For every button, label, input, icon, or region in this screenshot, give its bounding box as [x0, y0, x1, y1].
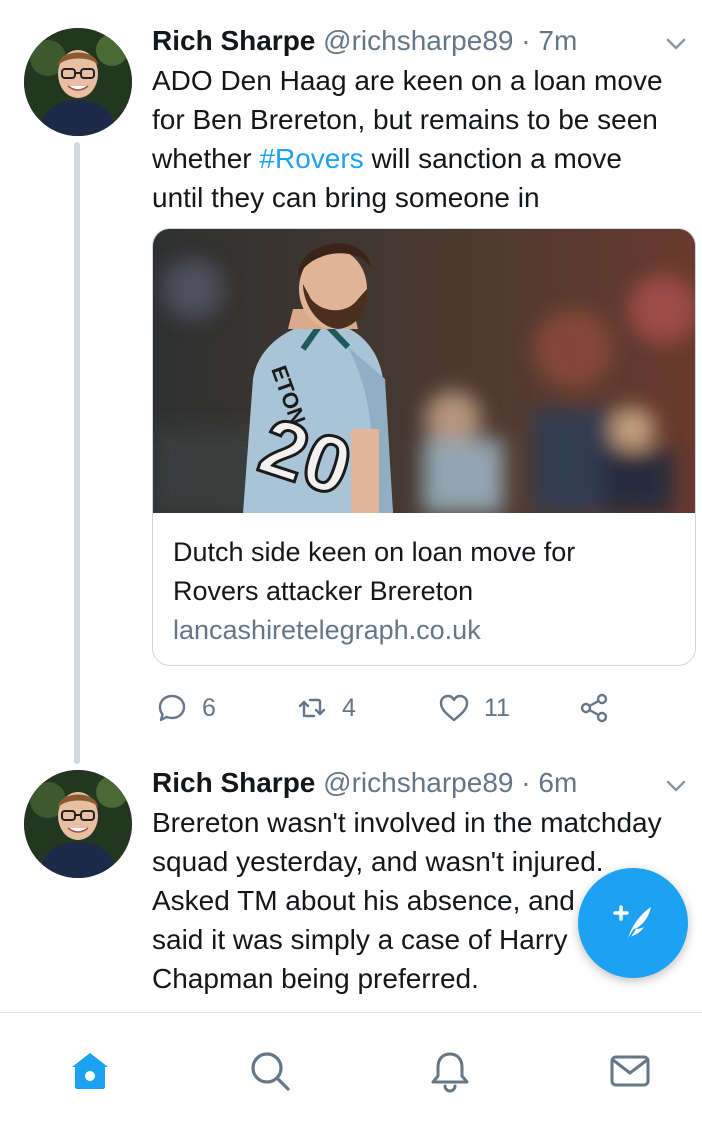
tweet-header: Rich Sharpe @richsharpe89 · 6m: [152, 766, 577, 800]
card-image: ETON 20: [153, 229, 695, 514]
hashtag-link[interactable]: #Rovers: [259, 143, 363, 174]
share-button[interactable]: [578, 688, 610, 728]
tweet-text-line: until they can bring someone in: [152, 182, 540, 213]
author-name[interactable]: Rich Sharpe: [152, 767, 315, 798]
retweet-count: 4: [342, 693, 356, 722]
separator-dot: ·: [521, 767, 531, 798]
like-button[interactable]: 11: [438, 688, 510, 728]
tweet-text: ADO Den Haag are keen on a loan move for…: [152, 61, 698, 217]
search-icon: [251, 1052, 290, 1091]
tweet-1[interactable]: Rich Sharpe @richsharpe89 · 7m ADO Den H…: [0, 0, 702, 764]
tweet-actions: 6 4 11: [152, 688, 692, 728]
tweet-text-line: whether #Rovers will sanction a move: [152, 139, 698, 178]
avatar-photo: [24, 28, 132, 136]
tweet-text-line: for Ben Brereton, but remains to be seen: [152, 104, 658, 135]
card-title-line: Dutch side keen on loan move for: [173, 537, 576, 567]
tweet-text-line: ADO Den Haag are keen on a loan move: [152, 65, 663, 96]
reply-button[interactable]: 6: [156, 688, 216, 728]
timestamp[interactable]: 6m: [538, 767, 577, 798]
mail-icon: [610, 1055, 650, 1087]
avatar-photo: [24, 770, 132, 878]
thread-line: [74, 142, 80, 764]
chevron-down-icon[interactable]: [664, 32, 688, 56]
separator-dot: ·: [521, 25, 531, 56]
author-handle[interactable]: @richsharpe89: [323, 767, 513, 798]
reply-count: 6: [202, 693, 216, 722]
tweet-header: Rich Sharpe @richsharpe89 · 7m: [152, 24, 577, 58]
tab-home[interactable]: [66, 1047, 114, 1095]
avatar[interactable]: [24, 770, 132, 878]
heart-icon: [439, 694, 469, 722]
card-domain: lancashiretelegraph.co.uk: [173, 615, 481, 645]
bottom-tab-bar: [0, 1012, 702, 1124]
home-icon: [72, 1053, 108, 1089]
like-count: 11: [484, 693, 510, 722]
compose-feather-icon: [613, 905, 651, 942]
timestamp[interactable]: 7m: [538, 25, 577, 56]
tab-messages[interactable]: [606, 1047, 654, 1095]
card-title: Dutch side keen on loan move for Rovers …: [173, 533, 683, 611]
reply-icon: [158, 694, 186, 722]
card-title-line: Rovers attacker Brereton: [173, 576, 474, 606]
retweet-button[interactable]: 4: [296, 688, 356, 728]
author-handle[interactable]: @richsharpe89: [323, 25, 513, 56]
avatar[interactable]: [24, 28, 132, 136]
tweet-text-line: Brereton wasn't involved in the matchday: [152, 807, 662, 838]
share-icon: [580, 693, 608, 723]
link-card[interactable]: ETON 20 Dutch side keen on loan move for…: [152, 228, 696, 666]
bell-icon: [431, 1052, 469, 1093]
retweet-icon: [298, 698, 326, 718]
compose-tweet-button[interactable]: [578, 868, 688, 978]
tab-notifications[interactable]: [426, 1047, 474, 1095]
tweet-text-fragment: whether: [152, 143, 260, 174]
chevron-down-icon[interactable]: [664, 774, 688, 798]
tweet-text-fragment: will sanction a move: [363, 143, 623, 174]
tab-search[interactable]: [246, 1047, 294, 1095]
author-name[interactable]: Rich Sharpe: [152, 25, 315, 56]
